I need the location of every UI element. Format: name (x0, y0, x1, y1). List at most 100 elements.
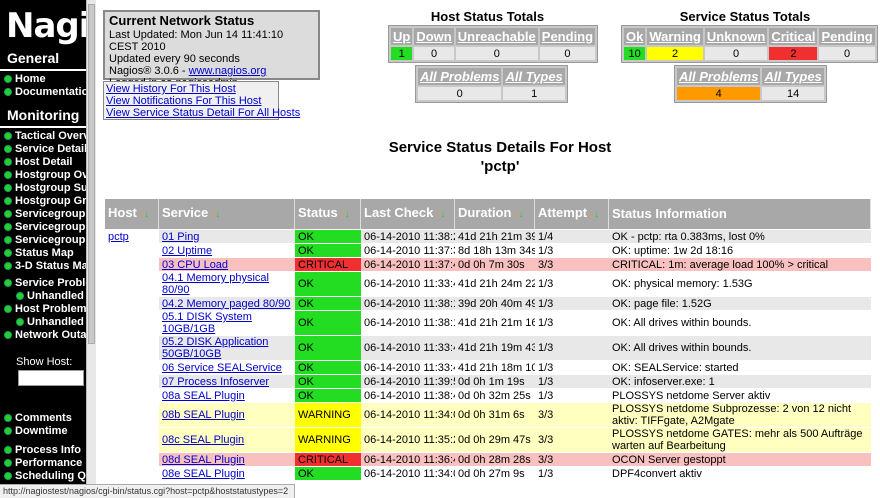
service-all-problems-header[interactable]: All Problems (677, 68, 761, 85)
last-updated: Last Updated: Mon Jun 14 11:41:10 CEST 2… (109, 29, 284, 53)
nav-item-process-info[interactable]: Process Info (0, 444, 86, 457)
sort-arrows-icon[interactable]: ↑↓ (210, 209, 220, 220)
update-interval: Updated every 90 seconds (109, 53, 240, 65)
nav-item-network-outages[interactable]: Network Outages (0, 329, 86, 342)
host-pending-count: 0 (539, 47, 596, 60)
service-link[interactable]: 01 Ping (162, 231, 199, 243)
table-row: 08c SEAL Plugin WARNING06-14-2010 11:35:2… (105, 428, 871, 452)
service-link[interactable]: 02 Uptime (162, 245, 212, 257)
service-totals-table: Ok Warning Unknown Critical Pending 10 2… (621, 25, 878, 63)
bullet-icon (4, 197, 12, 205)
service-ok-header[interactable]: Ok (624, 28, 646, 45)
nav-item-3-d-status-map[interactable]: 3-D Status Map (0, 260, 86, 273)
service-link[interactable]: 08d SEAL Plugin (162, 454, 245, 466)
info-cell: PLOSSYS netdome GATES: mehr als 500 Auft… (609, 428, 871, 452)
duration-cell: 0d 0h 32m 25s (455, 389, 535, 402)
nav-item-servicegroup-grid[interactable]: Servicegroup Grid (0, 234, 86, 247)
service-link[interactable]: 05.2 DISK Application 50GB/10GB (162, 336, 268, 360)
show-host-input[interactable] (18, 370, 84, 386)
service-critical-count: 2 (769, 47, 818, 60)
last-check-cell: 06-14-2010 11:38:45 (361, 389, 455, 402)
nagios-logo[interactable]: Nagi (0, 0, 86, 48)
service-link[interactable]: 08a SEAL Plugin (162, 390, 245, 402)
host-pending-header[interactable]: Pending (539, 28, 596, 45)
service-link[interactable]: 07 Process Infoserver (162, 376, 269, 388)
service-unknown-header[interactable]: Unknown (704, 28, 768, 45)
host-cell (105, 297, 159, 310)
nagios-website-link[interactable]: www.nagios.org (189, 65, 267, 77)
info-cell: OK: All drives within bounds. (609, 336, 871, 360)
host-all-problems-header[interactable]: All Problems (418, 68, 502, 85)
service-all-types-header[interactable]: All Types (762, 68, 824, 85)
nav-item-comments[interactable]: Comments (0, 412, 86, 425)
nav-item-host-problems[interactable]: Host Problems (0, 303, 86, 316)
last-check-cell: 06-14-2010 11:38:16 (361, 297, 455, 310)
nav-item-unhandled[interactable]: Unhandled (0, 316, 86, 329)
host-unreachable-header[interactable]: Unreachable (455, 28, 538, 45)
duration-cell: 41d 21h 24m 22s (455, 272, 535, 296)
duration-cell: 0d 0h 29m 47s (455, 428, 535, 452)
host-down-header[interactable]: Down (414, 28, 454, 45)
nav-item-documentation[interactable]: Documentation (0, 86, 86, 99)
service-pending-header[interactable]: Pending (819, 28, 875, 45)
service-warning-header[interactable]: Warning (647, 28, 703, 45)
nav-item-status-map[interactable]: Status Map (0, 247, 86, 260)
host-up-header[interactable]: Up (391, 28, 413, 45)
duration-cell: 0d 0h 1m 19s (455, 375, 535, 388)
host-link[interactable]: pctp (108, 231, 129, 243)
service-cell: 05.1 DISK System 10GB/1GB (159, 311, 295, 335)
host-cell (105, 403, 159, 427)
nav-item-service-problems[interactable]: Service Problems (0, 277, 86, 290)
attempt-cell: 1/3 (535, 244, 609, 257)
sidebar-scrollbar[interactable] (86, 0, 96, 488)
sort-arrows-icon[interactable]: ↑↓ (139, 209, 149, 220)
bullet-icon (16, 292, 24, 300)
service-link[interactable]: 05.1 DISK System 10GB/1GB (162, 311, 252, 335)
host-all-types-header[interactable]: All Types (503, 68, 565, 85)
service-link[interactable]: 08e SEAL Plugin (162, 468, 245, 480)
nav-item-service-detail[interactable]: Service Detail (0, 143, 86, 156)
duration-cell: 41d 21h 19m 43s (455, 336, 535, 360)
duration-cell: 39d 20h 40m 49s (455, 297, 535, 310)
host-all-types-count: 1 (503, 87, 565, 100)
sort-arrows-icon[interactable]: ↑↓ (589, 209, 599, 220)
attempt-cell: 1/3 (535, 361, 609, 374)
last-check-cell: 06-14-2010 11:33:46 (361, 336, 455, 360)
sort-arrows-icon[interactable]: ↑↓ (513, 209, 523, 220)
nav-item-downtime[interactable]: Downtime (0, 425, 86, 438)
view-history-link[interactable]: View History For This Host (106, 83, 276, 95)
nav-item-tactical-overview[interactable]: Tactical Overview (0, 130, 86, 143)
sort-arrows-icon[interactable]: ↑↓ (435, 209, 445, 220)
view-all-hosts-link[interactable]: View Service Status Detail For All Hosts (106, 107, 300, 119)
show-host-label: Show Host: (16, 356, 73, 368)
service-link[interactable]: 03 CPU Load (162, 259, 228, 271)
nav-item-unhandled[interactable]: Unhandled (0, 290, 86, 303)
service-link[interactable]: 08b SEAL Plugin (162, 409, 245, 421)
nav-item-servicegroup-summary[interactable]: Servicegroup Summary (0, 221, 86, 234)
info-cell: OK: uptime: 1w 2d 18:16 (609, 244, 871, 257)
service-cell: 08c SEAL Plugin (159, 428, 295, 452)
sort-arrows-icon[interactable]: ↑↓ (340, 209, 350, 220)
service-summary-table: All Problems All Types 4 14 (674, 65, 827, 103)
nav-item-hostgroup-overview[interactable]: Hostgroup Overview (0, 169, 86, 182)
nav-item-label: Servicegroup Overview (15, 208, 86, 220)
service-link[interactable]: 04.2 Memory paged 80/90 (162, 298, 290, 310)
nav-item-label: Home (15, 73, 46, 85)
host-cell (105, 375, 159, 388)
view-notifications-link[interactable]: View Notifications For This Host (106, 95, 276, 107)
service-totals-title: Service Status Totals (679, 9, 811, 24)
nav-item-home[interactable]: Home (0, 73, 86, 86)
nav-item-host-detail[interactable]: Host Detail (0, 156, 86, 169)
scrollbar-thumb[interactable] (88, 4, 95, 344)
nav-item-performance-info[interactable]: Performance Info (0, 457, 86, 470)
service-link[interactable]: 04.1 Memory physical 80/90 (162, 272, 269, 296)
nav-item-label: Servicegroup Summary (15, 221, 86, 233)
nav-item-hostgroup-summary[interactable]: Hostgroup Summary (0, 182, 86, 195)
nav-item-servicegroup-overview[interactable]: Servicegroup Overview (0, 208, 86, 221)
nav-item-scheduling-queue[interactable]: Scheduling Queue (0, 470, 86, 483)
service-link[interactable]: 06 Service SEALService (162, 362, 282, 374)
service-link[interactable]: 08c SEAL Plugin (162, 434, 244, 446)
service-critical-header[interactable]: Critical (769, 28, 818, 45)
bullet-icon (4, 446, 12, 454)
nav-item-hostgroup-grid[interactable]: Hostgroup Grid (0, 195, 86, 208)
